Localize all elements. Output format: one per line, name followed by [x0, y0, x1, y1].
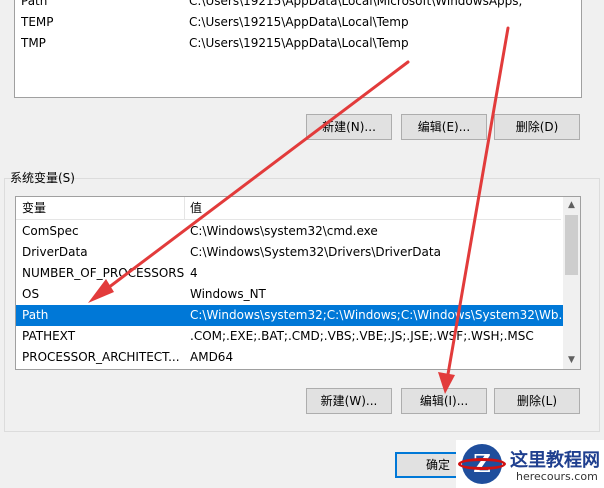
- variable-name: ComSpec: [22, 224, 79, 238]
- logo-title: 这里教程网: [510, 450, 600, 471]
- variable-name: TMP: [21, 36, 46, 50]
- logo-badge-icon: Z: [458, 444, 506, 484]
- vertical-scrollbar[interactable]: ▲ ▼: [563, 197, 580, 369]
- table-row[interactable]: PATHEXT .COM;.EXE;.BAT;.CMD;.VBS;.VBE;.J…: [16, 326, 565, 347]
- variable-value: C:\Users\19215\AppData\Local\Temp: [189, 36, 409, 50]
- scroll-down-icon[interactable]: ▼: [563, 352, 580, 369]
- variable-name: PATHEXT: [22, 329, 76, 343]
- user-edit-button[interactable]: 编辑(E)...: [401, 114, 487, 140]
- table-row-selected[interactable]: Path C:\Windows\system32;C:\Windows;C:\W…: [16, 305, 570, 326]
- scrollbar-thumb[interactable]: [565, 215, 578, 275]
- variable-value: AMD64: [190, 350, 234, 364]
- user-delete-button[interactable]: 删除(D): [494, 114, 580, 140]
- logo-subtitle: herecours.com: [516, 470, 598, 483]
- variable-name: TEMP: [21, 15, 54, 29]
- variable-name: DriverData: [22, 245, 88, 259]
- table-row[interactable]: ComSpec C:\Windows\system32\cmd.exe: [16, 221, 565, 242]
- column-separator[interactable]: [184, 197, 185, 219]
- table-row[interactable]: DriverData C:\Windows\System32\Drivers\D…: [16, 242, 565, 263]
- scroll-up-icon[interactable]: ▲: [563, 197, 580, 214]
- variable-name: NUMBER_OF_PROCESSORS: [22, 266, 184, 280]
- table-row[interactable]: TEMP C:\Users\19215\AppData\Local\Temp: [15, 12, 581, 33]
- user-variables-list[interactable]: Path C:\Users\19215\AppData\Local\Micros…: [14, 0, 582, 98]
- column-header-value[interactable]: 值: [190, 197, 570, 219]
- variable-value: C:\Windows\system32\cmd.exe: [190, 224, 378, 238]
- logo-ring: [458, 458, 506, 470]
- watermark-logo: Z 这里教程网 herecours.com: [456, 440, 604, 488]
- variable-value: C:\Users\19215\AppData\Local\Temp: [189, 15, 409, 29]
- variable-value: C:\Windows\system32;C:\Windows;C:\Window…: [190, 308, 570, 322]
- table-row[interactable]: OS Windows_NT: [16, 284, 565, 305]
- table-row[interactable]: TMP C:\Users\19215\AppData\Local\Temp: [15, 33, 581, 54]
- system-variables-label: 系统变量(S): [10, 171, 75, 185]
- system-delete-button[interactable]: 删除(L): [494, 388, 580, 414]
- variable-value: .COM;.EXE;.BAT;.CMD;.VBS;.VBE;.JS;.JSE;.…: [190, 329, 534, 343]
- table-row[interactable]: PROCESSOR_ARCHITECT... AMD64: [16, 347, 565, 368]
- variable-name: Path: [21, 0, 48, 8]
- system-variables-list[interactable]: 变量 值 ComSpec C:\Windows\system32\cmd.exe…: [15, 196, 581, 370]
- variable-name: PROCESSOR_ARCHITECT...: [22, 350, 180, 364]
- system-edit-button[interactable]: 编辑(I)...: [401, 388, 487, 414]
- system-new-button[interactable]: 新建(W)...: [306, 388, 392, 414]
- variable-name: OS: [22, 287, 40, 301]
- list-header: 变量 值: [16, 197, 561, 220]
- variable-value: C:\Windows\System32\Drivers\DriverData: [190, 245, 441, 259]
- variable-value: Windows_NT: [190, 287, 266, 301]
- variable-value: C:\Users\19215\AppData\Local\Microsoft\W…: [189, 0, 523, 8]
- table-row[interactable]: Path C:\Users\19215\AppData\Local\Micros…: [15, 0, 581, 12]
- variable-value: 4: [190, 266, 198, 280]
- column-header-name[interactable]: 变量: [22, 197, 184, 219]
- variable-name: Path: [22, 308, 49, 322]
- user-new-button[interactable]: 新建(N)...: [306, 114, 392, 140]
- table-row[interactable]: NUMBER_OF_PROCESSORS 4: [16, 263, 565, 284]
